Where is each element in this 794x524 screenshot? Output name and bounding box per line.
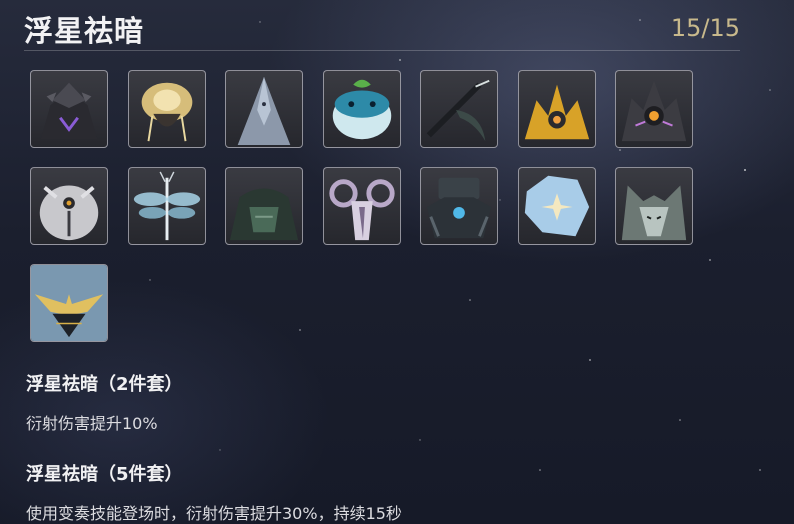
white-owl-icon — [39, 185, 99, 241]
echo-slot[interactable] — [128, 70, 206, 148]
mech-crab-icon — [426, 177, 492, 239]
echo-slot[interactable] — [225, 167, 303, 245]
echo-slot[interactable] — [420, 167, 498, 245]
violet-crystal-beast-icon — [621, 80, 687, 142]
dark-flower-knight-icon — [40, 82, 98, 140]
set-bonus-desc: 衍射伤害提升10% — [26, 414, 158, 433]
leaf-puffer-icon — [332, 79, 392, 140]
set-bonus-2pc: 浮星祛暗（2件套） 衍射伤害提升10% — [26, 370, 183, 434]
echo-slot[interactable] — [30, 70, 108, 148]
set-bonus-5pc: 浮星祛暗（5件套） 使用变奏技能登场时，衍射伤害提升30%，持续15秒 — [26, 460, 402, 524]
golden-rose-icon — [141, 82, 193, 142]
set-header: 浮星祛暗 15/15 — [24, 6, 740, 51]
echo-slot[interactable] — [323, 70, 401, 148]
echo-slot[interactable] — [30, 264, 108, 342]
echo-slot[interactable] — [323, 167, 401, 245]
winged-dragon-icon — [31, 265, 107, 341]
steel-spire-icon — [237, 76, 291, 146]
echo-grid — [30, 70, 730, 350]
black-scythe-icon — [426, 79, 490, 142]
set-title: 浮星祛暗 — [24, 14, 145, 48]
dragonfly-icon — [133, 171, 201, 241]
horned-ram-icon — [329, 179, 395, 241]
echo-slot[interactable] — [518, 167, 596, 245]
echo-slot[interactable] — [128, 167, 206, 245]
set-bonus-title: 浮星祛暗（2件套） — [26, 374, 183, 395]
echo-slot[interactable] — [518, 70, 596, 148]
golden-crystal-beast-icon — [524, 84, 590, 140]
echo-slot[interactable] — [420, 70, 498, 148]
set-bonus-title: 浮星祛暗（5件套） — [26, 464, 183, 485]
stone-golem-icon — [229, 188, 299, 241]
set-count: 15/15 — [670, 14, 740, 42]
echo-slot[interactable] — [225, 70, 303, 148]
set-bonus-desc: 使用变奏技能登场时，衍射伤害提升30%，持续15秒 — [26, 504, 402, 523]
pale-wolf-icon — [621, 185, 687, 241]
echo-slot[interactable] — [615, 70, 693, 148]
echo-slot[interactable] — [615, 167, 693, 245]
ice-flower-icon — [524, 175, 590, 237]
echo-slot[interactable] — [30, 167, 108, 245]
